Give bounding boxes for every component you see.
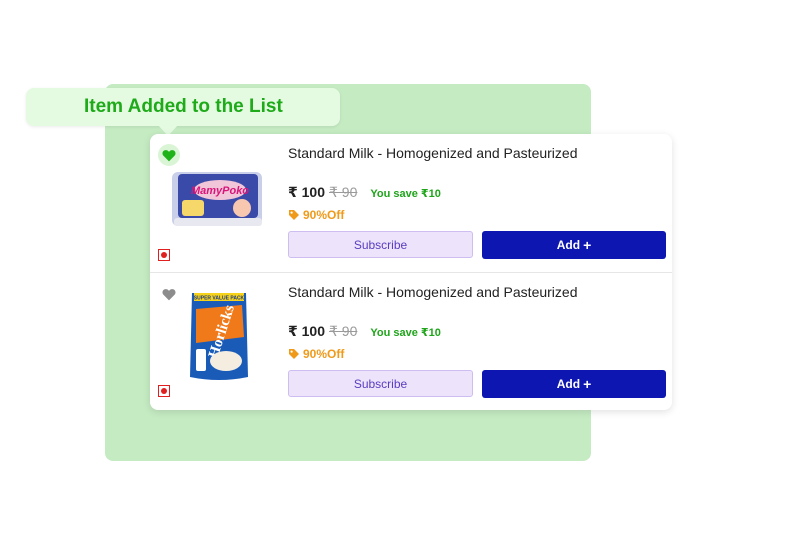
product-row: SUPER VALUE PACK Horlicks Standard Milk … — [150, 273, 672, 410]
savings-text: You save ₹10 — [370, 327, 441, 339]
savings-text: You save ₹10 — [370, 188, 441, 200]
subscribe-button[interactable]: Subscribe — [288, 370, 473, 397]
svg-text:SUPER VALUE PACK: SUPER VALUE PACK — [194, 296, 245, 302]
mrp-price: ₹ 90 — [329, 323, 358, 339]
horlicks-pack-image: SUPER VALUE PACK Horlicks — [190, 293, 248, 380]
wishlist-heart-icon[interactable] — [158, 144, 180, 166]
product-image[interactable]: SUPER VALUE PACK Horlicks — [186, 289, 252, 383]
discount-text: 90%Off — [303, 208, 345, 222]
product-title[interactable]: Standard Milk - Homogenized and Pasteuri… — [288, 284, 578, 300]
product-row: MamyPoko Standard Milk - Homogenized and… — [150, 134, 672, 273]
stage: Item Added to the List MamyPoko Standard… — [0, 0, 797, 545]
discount-badge: 90%Off — [288, 347, 344, 361]
heart-outline-icon — [162, 288, 176, 300]
diaper-pack-image: MamyPoko — [172, 172, 262, 226]
heart-filled-icon — [162, 149, 176, 161]
wishlist-heart-icon[interactable] — [158, 283, 180, 305]
selling-price: ₹ 100 — [288, 184, 325, 200]
plus-icon: + — [583, 376, 592, 392]
tag-icon — [289, 349, 299, 359]
tag-icon — [289, 210, 299, 220]
toast-notification: Item Added to the List — [26, 88, 340, 126]
selling-price: ₹ 100 — [288, 323, 325, 339]
plus-icon: + — [583, 237, 592, 253]
veg-indicator-icon — [158, 385, 170, 397]
add-button[interactable]: Add + — [482, 231, 666, 259]
add-button[interactable]: Add + — [482, 370, 666, 398]
add-label: Add — [556, 238, 581, 252]
product-title[interactable]: Standard Milk - Homogenized and Pasteuri… — [288, 145, 578, 161]
toast-message: Item Added to the List — [84, 96, 283, 117]
discount-text: 90%Off — [303, 347, 345, 361]
product-image[interactable]: MamyPoko — [168, 166, 268, 232]
add-label: Add — [556, 377, 581, 391]
discount-badge: 90%Off — [288, 208, 344, 222]
veg-indicator-icon — [158, 249, 170, 261]
price-line: ₹ 100 ₹ 90 You save ₹10 — [288, 323, 441, 340]
svg-text:MamyPoko: MamyPoko — [191, 185, 249, 197]
product-list-card: MamyPoko Standard Milk - Homogenized and… — [150, 134, 672, 410]
subscribe-button[interactable]: Subscribe — [288, 231, 473, 258]
price-line: ₹ 100 ₹ 90 You save ₹10 — [288, 184, 441, 201]
subscribe-label: Subscribe — [353, 376, 408, 391]
mrp-price: ₹ 90 — [329, 184, 358, 200]
subscribe-label: Subscribe — [353, 237, 408, 252]
